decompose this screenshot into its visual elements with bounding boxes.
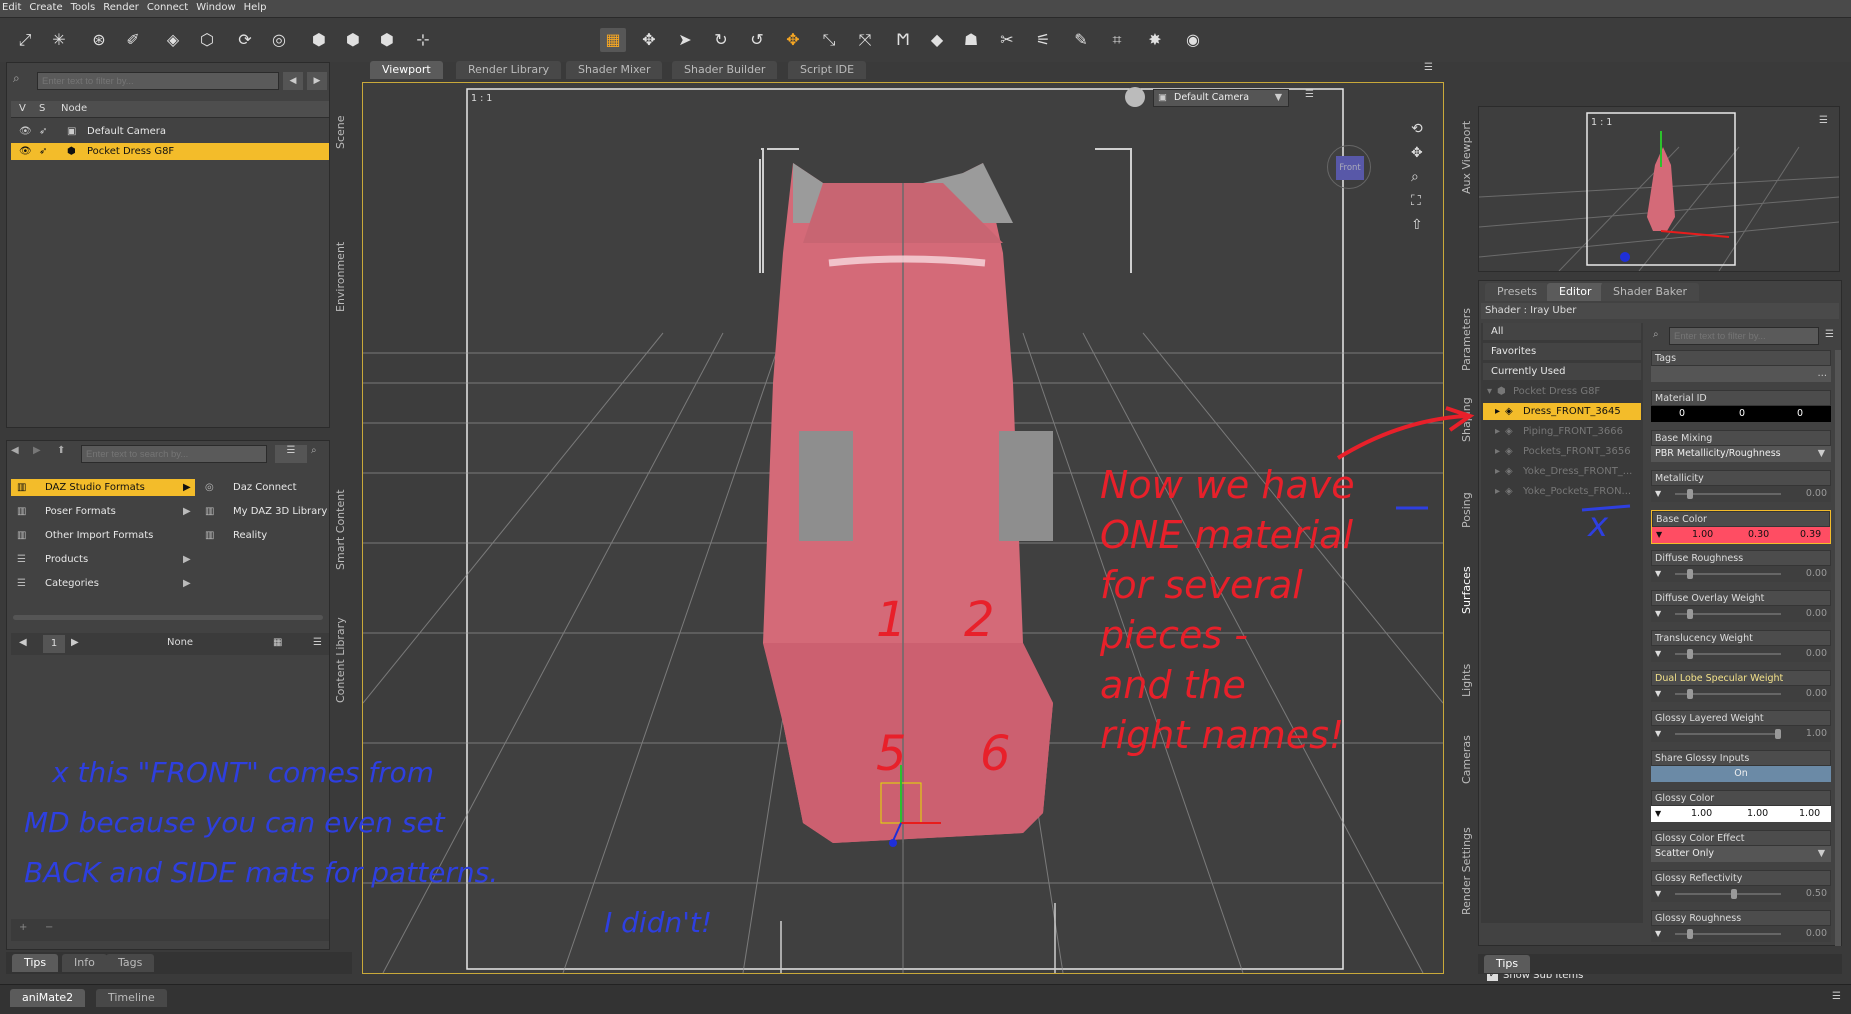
blue-line-1: x this "FRONT" comes from <box>52 756 435 789</box>
red-line-2: ONE material <box>1100 513 1354 557</box>
blue-line-3: BACK and SIDE mats for patterns. <box>24 856 499 889</box>
red-line-5: and the <box>1100 663 1246 707</box>
red-annotation: Now we have ONE material for several pie… <box>1100 460 1355 760</box>
number-6: 6 <box>980 726 1011 782</box>
blue-line-2: MD because you can even set <box>24 806 445 839</box>
number-1: 1 <box>876 592 907 648</box>
red-line-3: for several <box>1100 563 1303 607</box>
blue-annotation: x this "FRONT" comes from MD because you… <box>24 748 712 948</box>
blue-x-mark: x <box>1588 505 1609 545</box>
red-line-6: right names! <box>1100 713 1345 757</box>
red-line-1: Now we have <box>1100 463 1355 507</box>
number-5: 5 <box>876 726 907 782</box>
red-line-4: pieces - <box>1100 613 1248 657</box>
number-2: 2 <box>964 592 995 648</box>
blue-line-4: I didn't! <box>604 906 713 939</box>
